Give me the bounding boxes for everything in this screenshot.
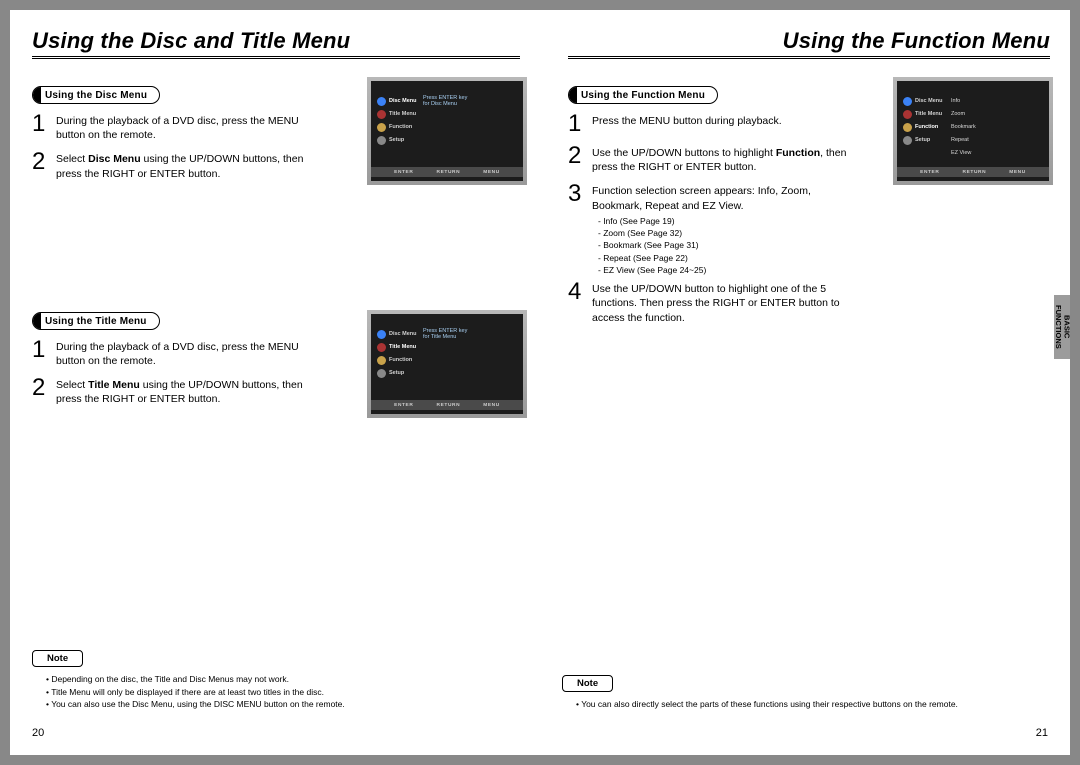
step-4-func: 4 Use the UP/DOWN button to highlight on… [568,282,1050,325]
setup-icon [377,136,386,145]
note-label: Note [32,650,83,667]
step-number: 2 [568,144,592,168]
note-bullets: You can also directly select the parts o… [576,698,1048,711]
disc-icon [377,97,386,106]
osd-screenshot-disc: Disc MenuPress ENTER keyfor Disc Menu Ti… [367,77,527,185]
step-number: 3 [568,182,592,206]
title-icon [377,343,386,352]
note-label: Note [562,675,613,692]
page-right: Using the Function Menu Using the Functi… [540,10,1070,755]
step-text: Press the MENU button during playback. [592,114,782,128]
title-icon [377,110,386,119]
step-number: 1 [568,112,592,136]
right-content: Using the Function Menu 1 Press the MENU… [568,85,1050,325]
section-label-title: Using the Title Menu [32,312,160,330]
note-bullets: Depending on the disc, the Title and Dis… [46,673,518,711]
step-number: 1 [32,112,56,136]
page-left: Using the Disc and Title Menu Using the … [10,10,540,755]
step-number: 4 [568,280,592,304]
step-text: During the playback of a DVD disc, press… [56,340,326,368]
setup-icon [903,136,912,145]
step-number: 2 [32,376,56,400]
step-text: Select Title Menu using the UP/DOWN butt… [56,378,326,406]
title-rule [32,58,520,59]
section-label-disc: Using the Disc Menu [32,86,160,104]
note-section-left: Note Depending on the disc, the Title an… [32,648,518,711]
function-icon [377,123,386,132]
substep: - Bookmark (See Page 31) [598,239,1050,251]
left-content: Using the Disc Menu 1 During the playbac… [32,85,520,406]
title-rule [568,58,1050,59]
substep: - EZ View (See Page 24~25) [598,264,1050,276]
title-icon [903,110,912,119]
page-spread: Using the Disc and Title Menu Using the … [10,10,1070,755]
section-label-function: Using the Function Menu [568,86,718,104]
note-bullet: Title Menu will only be displayed if the… [46,686,518,699]
substep: - Info (See Page 19) [598,215,1050,227]
substeps: - Info (See Page 19) - Zoom (See Page 32… [598,215,1050,277]
note-bullet: You can also directly select the parts o… [576,698,1048,711]
note-bullet: Depending on the disc, the Title and Dis… [46,673,518,686]
disc-icon [377,330,386,339]
step-text: Function selection screen appears: Info,… [592,184,862,212]
step-number: 1 [32,338,56,362]
step-text: Use the UP/DOWN buttons to highlight Fun… [592,146,862,174]
substep: - Repeat (See Page 22) [598,252,1050,264]
step-text: Use the UP/DOWN button to highlight one … [592,282,862,325]
step-text: During the playback of a DVD disc, press… [56,114,326,142]
page-number-right: 21 [1036,727,1048,739]
step-3-func: 3 Function selection screen appears: Inf… [568,184,1050,212]
side-tab-basic-functions: BASIC FUNCTIONS [1054,295,1070,359]
page-title-left: Using the Disc and Title Menu [32,28,520,54]
note-bullet: You can also use the Disc Menu, using th… [46,698,518,711]
page-title-right: Using the Function Menu [568,28,1050,54]
substep: - Zoom (See Page 32) [598,227,1050,239]
step-text: Select Disc Menu using the UP/DOWN butto… [56,152,326,180]
function-icon [903,123,912,132]
function-icon [377,356,386,365]
note-section-right: Note You can also directly select the pa… [562,673,1048,711]
page-number-left: 20 [32,727,44,739]
osd-screenshot-function: Disc MenuInfo Title MenuZoom FunctionBoo… [893,77,1053,185]
osd-screenshot-title: Disc MenuPress ENTER keyfor Title Menu T… [367,310,527,418]
setup-icon [377,369,386,378]
step-number: 2 [32,150,56,174]
disc-icon [903,97,912,106]
